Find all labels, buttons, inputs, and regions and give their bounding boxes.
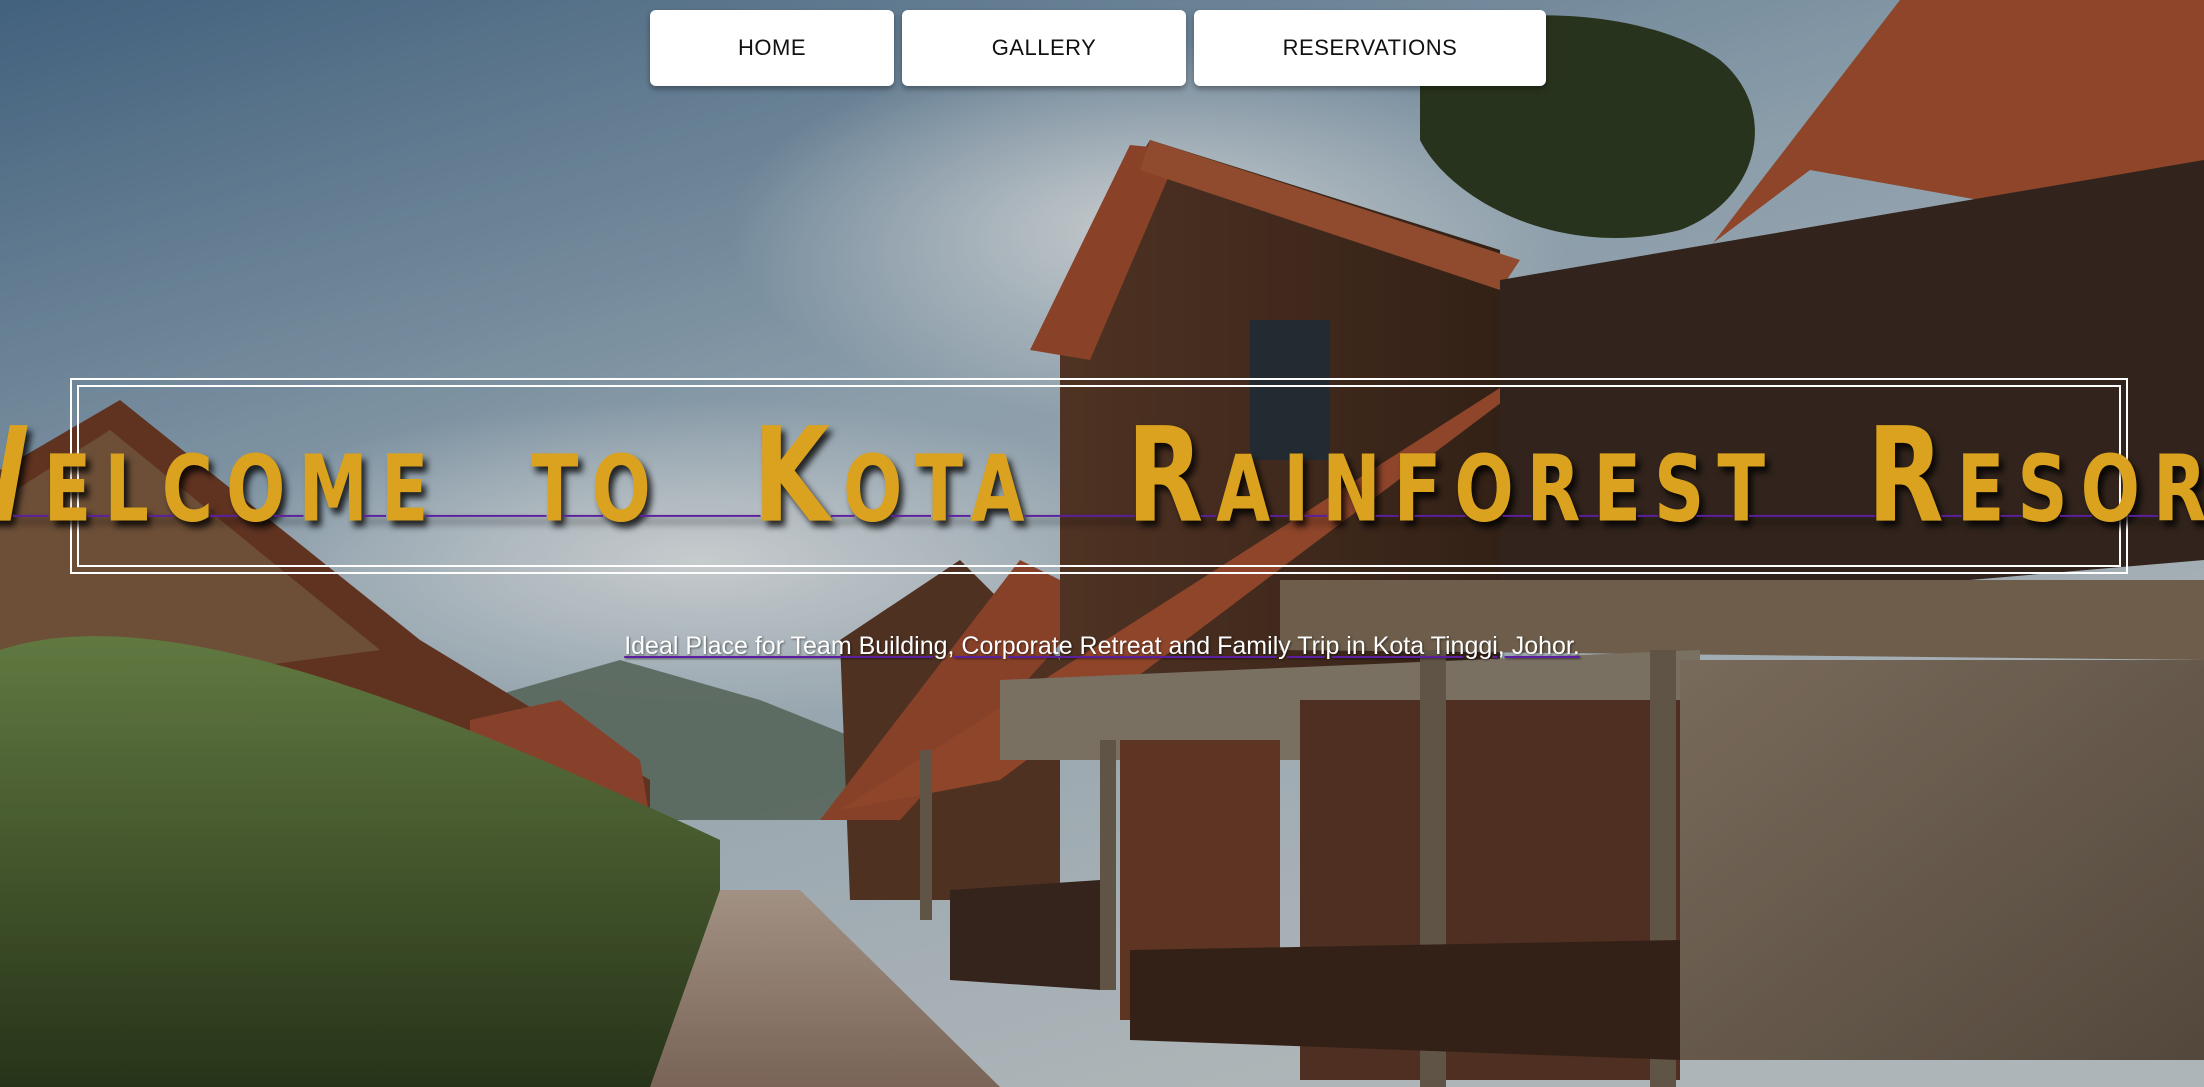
hero-title-frame: Welcome to Kota Rainforest Resort	[0, 378, 2204, 574]
hero-title: Welcome to Kota Rainforest Resort	[0, 399, 2204, 552]
main-nav: HOME GALLERY RESERVATIONS	[650, 10, 1546, 86]
reservations-nav-button[interactable]: RESERVATIONS	[1194, 10, 1546, 86]
hero-tagline: Ideal Place for Team Building, Corporate…	[624, 632, 1580, 660]
gallery-nav-button[interactable]: GALLERY	[902, 10, 1186, 86]
home-nav-button[interactable]: HOME	[650, 10, 894, 86]
hero-title-inner-frame: Welcome to Kota Rainforest Resort	[0, 385, 2204, 567]
